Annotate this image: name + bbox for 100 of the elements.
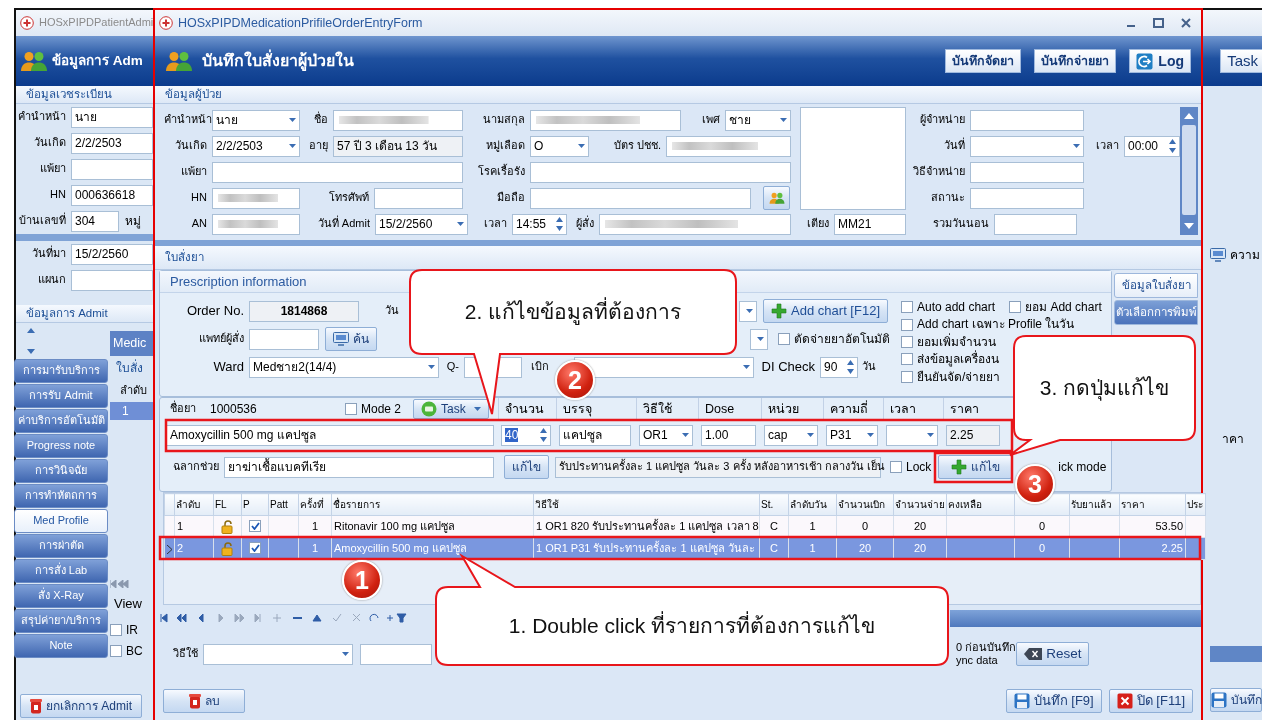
field-label: ความ [1230,247,1260,263]
tab[interactable]: ตัวเลือกการพิมพ์ [1114,300,1198,325]
table-cell: 1 [110,401,153,420]
text-field[interactable]: 15/2/2560 [71,243,153,265]
dropdown[interactable]: P31 [826,424,878,446]
text-field[interactable]: MM21 [834,213,906,235]
nav-button[interactable]: Note [14,634,108,658]
readonly-field: 1814868 [249,300,359,322]
callout-text: 1. Double click ที่รายการที่ต้องการแก้ไข [508,613,876,639]
column-header: เวลา [883,398,943,420]
nav-button[interactable]: Progress note [14,434,108,458]
table-row[interactable]: 1 1 Ritonavir 100 mg แคปซูล 1 OR1 820 รับประทานครั้งละ 1 แคปซูล เวลา 8 C 1 0 20 0 53.50 [164,515,1206,538]
nav-button[interactable]: การมารับบริการ [14,359,108,383]
spin-field[interactable]: 14:55 [512,213,567,235]
field-label: คำนำหน้า [17,110,67,124]
edit-button[interactable]: แก้ไข [938,455,1013,479]
window-heading: บันทึกใบสั่งยาผู้ป่วยใน [202,51,354,71]
dropdown[interactable]: cap [764,424,818,446]
dropdown[interactable]: O [530,135,589,157]
nav-button[interactable]: การวินิจฉัย [14,459,108,483]
nav-button[interactable]: การทำหัตถการ [14,484,108,508]
checkbox-label: ยืนยันจัด/จ่ายยา [917,369,1001,384]
column-header: ลำดับ [174,493,214,516]
readonly-field: 57 ปี 3 เดือน 13 วัน [333,135,463,157]
dropdown[interactable]: 2/2/2503 [212,135,300,157]
field-label: นามสกุล [482,113,526,127]
field-label: วิธีใช้ [172,647,199,661]
column-header: จำนวนเบิก [836,493,894,516]
column-header: ลำดับวัน [788,493,837,516]
field-label: ผู้จำหน่าย [919,113,966,127]
field-label: เวลา [1095,139,1120,153]
log-button[interactable]: Log [1129,49,1191,73]
subtab[interactable]: ใบสั่ง [110,356,153,381]
field-label: อายุ [308,139,329,153]
column-header: ลำดับ [119,383,148,399]
field-label: วันเกิด [174,139,208,153]
column-header: Dose [698,398,761,420]
nav-button[interactable]: สรุปค่ายา/บริการ [14,609,108,633]
table-cell: 1 OR1 P31 รับประทานครั้งละ 1 แคปซูล วันละ [533,537,760,560]
nav-button[interactable]: การรับ Admit [14,384,108,408]
text-field[interactable]: นาย [71,106,153,128]
dropdown[interactable]: นาย [212,109,300,131]
column-header: ประ [1185,493,1206,516]
text-field[interactable]: Amoxycillin 500 mg แคปซูล [166,424,494,446]
dropdown[interactable]: 15/2/2560 [375,213,468,235]
spin-field[interactable]: 00:00 [1124,135,1180,157]
cancel-admit-button[interactable]: ยกเลิกการ Admit [20,694,142,718]
save-button[interactable]: บันทึก [F9] [1005,689,1102,713]
window-title: HOSxPIPDMedicationPrifileOrderEntryForm [178,15,423,31]
tab[interactable]: ข้อมูลใบสั่งยา [1114,273,1198,298]
nav-button[interactable]: ค่าบริการอัตโนมัติ [14,409,108,433]
field-label: วันที่มา [31,247,67,261]
text-field[interactable]: ยาฆ่าเชื้อแบคทีเรีย [224,456,494,478]
checkbox-label: Mode 2 [361,401,402,417]
task-button[interactable]: Task [413,399,489,419]
header-button[interactable]: บันทึกจัดยา [945,49,1022,73]
save-button[interactable]: บันทึก [1210,688,1262,713]
text-field[interactable]: 2/2/2503 [71,132,153,154]
dropdown[interactable]: ชาย [725,109,791,131]
delete-button[interactable]: ลบ [163,689,245,713]
header-button[interactable]: บันทึกจ่ายยา [1034,49,1117,73]
checkbox-label: ตัดจ่ายยาอัตโนมัติ [794,331,890,347]
panel-tab[interactable]: View [110,587,153,618]
window-heading: ข้อมูลการ Adm [52,52,143,70]
checkbox-label: ยอม Add chart [1025,300,1102,315]
column-header: FL [213,493,242,516]
dropdown[interactable]: OR1 [639,424,693,446]
text-field[interactable]: 000636618 [71,184,153,206]
add-chart-button[interactable]: Add chart [F12] [763,299,888,323]
text-field[interactable]: แคปซูล [559,424,631,446]
column-header: ราคา [943,398,1005,420]
checkbox-label: Auto add chart [917,300,996,315]
nav-button[interactable]: สั่ง X-Ray [14,584,108,608]
spin-field[interactable]: 40 [501,424,551,446]
section-header: ข้อมูลเวชระเบียน [16,86,153,104]
tab[interactable]: Medic [110,331,153,356]
search-button[interactable]: ค้น [325,327,377,351]
checkbox-label: Lock [906,459,932,475]
column-header: ครั้งที่ [298,493,332,516]
callout-text: 3. กดปุ่มแก้ไข [1039,375,1170,401]
field-label: หมู่เลือด [485,139,526,153]
checkbox-label: ส่งข้อมูลเครื่องน [917,352,999,367]
field-label: หมู่ [125,213,141,229]
field-label: เตียง [806,217,830,231]
field-label: คำนำหน้า [164,113,212,127]
nav-button[interactable]: Med Profile [14,509,108,533]
field-label: สถานะ [930,191,966,205]
nav-button[interactable]: การสั่ง Lab [14,559,108,583]
field-label: รวมวันนอน [932,217,990,231]
dropdown[interactable]: Medชาย2(14/4) [249,356,439,378]
edit-button[interactable]: แก้ไข [504,455,549,479]
note-text: ync data [956,654,999,668]
task-button[interactable]: Task [1220,49,1262,73]
field-label: ฉลากช่วย [172,460,220,474]
spin-field[interactable]: 90 [820,356,858,378]
text-field[interactable]: 304 [71,210,119,232]
nav-button[interactable]: การผ่าตัด [14,534,108,558]
reset-button[interactable]: Reset [1016,642,1090,666]
close-button[interactable]: ปิด [F11] [1108,689,1193,713]
text-field[interactable]: 1.00 [701,424,756,446]
